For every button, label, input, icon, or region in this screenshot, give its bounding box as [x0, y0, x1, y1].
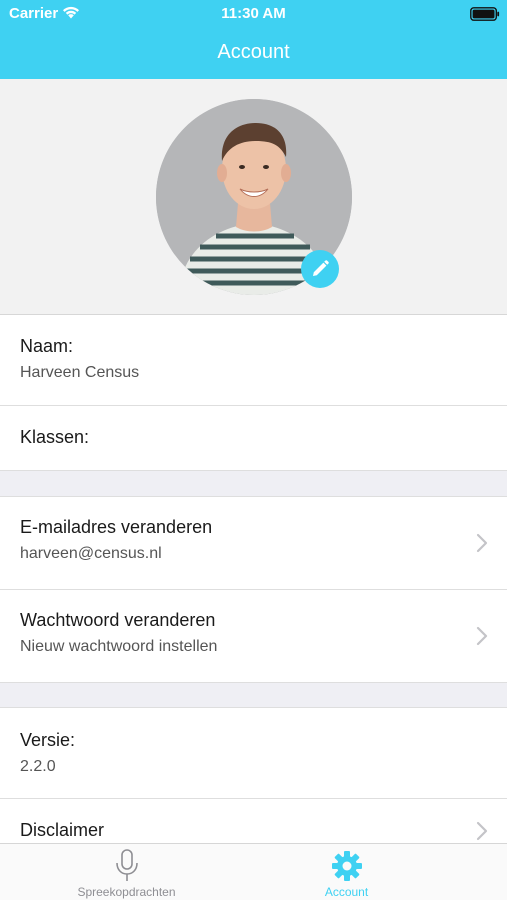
header: Carrier 11:30 AM Account: [0, 0, 507, 79]
change-password-row[interactable]: Wachtwoord veranderen Nieuw wachtwoord i…: [0, 590, 507, 682]
battery-icon: [470, 7, 500, 21]
edit-photo-button[interactable]: [301, 250, 339, 288]
status-bar: Carrier 11:30 AM: [0, 0, 507, 28]
email-value: harveen@census.nl: [20, 545, 162, 562]
version-label: Versie:: [20, 730, 76, 750]
tab-account-label: Account: [324, 885, 369, 899]
change-password-label: Wachtwoord veranderen: [20, 610, 216, 630]
chevron-right-icon: [476, 821, 488, 841]
disclaimer-row[interactable]: Disclaimer: [0, 799, 507, 843]
name-row: Naam: Harveen Census: [0, 315, 507, 406]
tab-spreekopdrachten[interactable]: Spreekopdrachten: [0, 844, 253, 900]
name-label: Naam:: [20, 336, 74, 356]
gear-icon: [332, 851, 362, 881]
disclaimer-label: Disclaimer: [20, 820, 105, 840]
classes-label: Klassen:: [20, 427, 90, 447]
section-separator: [0, 470, 507, 497]
password-hint: Nieuw wachtwoord instellen: [20, 638, 218, 655]
change-email-label: E-mailadres veranderen: [20, 517, 213, 537]
chevron-right-icon: [476, 533, 488, 553]
tab-bar: Spreekopdrachten Account: [0, 843, 507, 900]
status-time: 11:30 AM: [221, 5, 286, 22]
pencil-icon: [313, 260, 329, 276]
chevron-right-icon: [476, 626, 488, 646]
classes-row: Klassen:: [0, 406, 507, 470]
microphone-icon: [116, 849, 138, 881]
profile-section: [0, 79, 507, 315]
name-value: Harveen Census: [20, 364, 140, 381]
version-row: Versie: 2.2.0: [0, 708, 507, 799]
page-title: Account: [217, 41, 290, 63]
change-email-row[interactable]: E-mailadres veranderen harveen@census.nl: [0, 497, 507, 590]
tab-account[interactable]: Account: [220, 844, 473, 900]
tab-spreekopdrachten-label: Spreekopdrachten: [77, 885, 176, 899]
version-value: 2.2.0: [20, 758, 56, 775]
section-separator: [0, 682, 507, 708]
